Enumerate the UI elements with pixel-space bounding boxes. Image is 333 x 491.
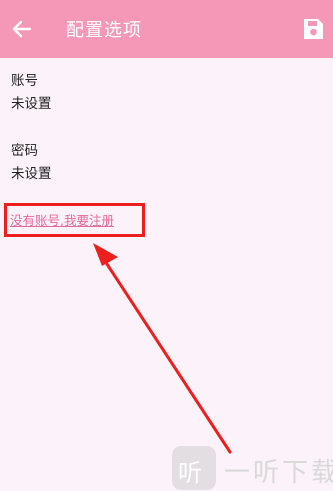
toolbar: 配置选项 [0, 0, 333, 58]
save-disk-icon [304, 19, 323, 39]
back-button[interactable] [8, 15, 36, 43]
password-value: 未设置 [11, 166, 52, 182]
save-button[interactable] [299, 15, 327, 43]
account-value: 未设置 [11, 96, 52, 112]
account-label: 账号 [11, 73, 38, 89]
watermark: 听 一听下载 [172, 446, 333, 490]
arrow-left-icon [12, 20, 32, 38]
register-link[interactable]: 没有账号,我要注册 [10, 210, 114, 229]
page-title: 配置选项 [66, 20, 142, 41]
preference-password[interactable]: 密码 未设置 [11, 141, 52, 184]
preference-account[interactable]: 账号 未设置 [11, 71, 52, 114]
watermark-text: 一听下载 [224, 458, 333, 488]
password-label: 密码 [11, 143, 38, 159]
watermark-logo-icon: 听 [172, 446, 216, 490]
